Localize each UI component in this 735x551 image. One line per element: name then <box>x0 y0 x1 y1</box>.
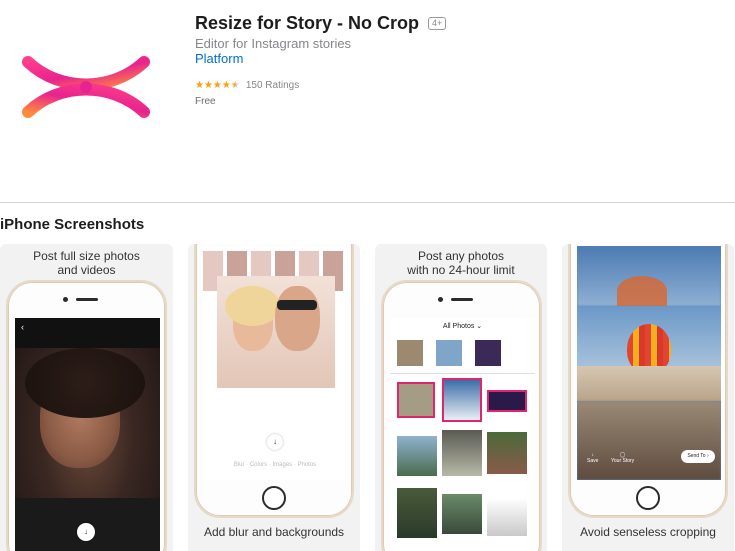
send-to-button[interactable]: Send To › <box>681 450 715 463</box>
screenshot-caption: Avoid senseless cropping <box>580 525 716 539</box>
selected-photo[interactable] <box>475 340 501 366</box>
download-icon[interactable]: ↓ <box>267 434 283 450</box>
phone-frame: ↓ Blur · Colors · Images · Photos <box>194 244 354 518</box>
photo-thumbnail[interactable] <box>397 488 437 538</box>
photo-thumbnail[interactable] <box>487 390 527 412</box>
section-divider <box>0 202 735 203</box>
download-icon[interactable]: ↓ <box>77 523 95 541</box>
app-title: Resize for Story - No Crop 4+ <box>195 13 447 34</box>
camera-icon <box>63 297 68 302</box>
app-subtitle: Editor for Instagram stories <box>195 36 352 51</box>
rating-row: ★★★★★ 150 Ratings <box>195 80 299 91</box>
screenshot-3[interactable]: Post any photos with no 24-hour limit Al… <box>375 244 547 551</box>
home-button <box>636 486 660 510</box>
screenshot-1[interactable]: Post full size photos and videos ‹ ↓ <box>0 244 173 551</box>
developer-link[interactable]: Platform <box>195 51 243 66</box>
save-button[interactable]: ↓ Save <box>587 452 598 464</box>
photo-thumbnail[interactable] <box>487 498 527 536</box>
speaker-icon <box>76 298 98 301</box>
app-title-text: Resize for Story - No Crop <box>195 13 420 33</box>
screenshot-2[interactable]: ↓ Blur · Colors · Images · Photos Add bl… <box>188 244 360 551</box>
selected-photo[interactable] <box>436 340 462 366</box>
your-story-button[interactable]: ◯ Your Story <box>611 452 634 464</box>
screenshots-section-title: iPhone Screenshots <box>0 216 145 233</box>
phone-screen: ‹ ↓ <box>15 318 160 551</box>
phone-frame: ↓ Save ◯ Your Story Send To › <box>568 244 728 518</box>
album-picker[interactable]: All Photos ⌄ <box>390 322 535 330</box>
price-label: Free <box>195 96 216 107</box>
star-rating-icon: ★★★★★ <box>195 80 240 91</box>
photo-thumbnail[interactable] <box>397 436 437 476</box>
photo-thumbnail[interactable] <box>397 382 435 418</box>
phone-frame: All Photos ⌄ <box>381 280 542 551</box>
photo-thumbnail[interactable] <box>487 432 527 474</box>
ratings-count[interactable]: 150 Ratings <box>246 80 299 91</box>
photo-thumbnail[interactable] <box>442 378 482 422</box>
speaker-icon <box>451 298 473 301</box>
age-rating-badge: 4+ <box>428 17 447 30</box>
phone-screen: ↓ Blur · Colors · Images · Photos <box>203 246 347 480</box>
phone-frame: ‹ ↓ <box>6 280 167 551</box>
photo-thumbnail[interactable] <box>442 430 482 476</box>
screenshot-caption: Post any photos with no 24-hour limit <box>407 249 515 277</box>
photo-thumbnail[interactable] <box>442 494 482 534</box>
screenshot-caption: Post full size photos and videos <box>33 249 140 277</box>
screenshot-caption: Add blur and backgrounds <box>203 525 345 539</box>
filter-tabs[interactable]: Blur · Colors · Images · Photos <box>203 462 347 468</box>
camera-icon <box>438 297 443 302</box>
selected-photo[interactable] <box>397 340 423 366</box>
phone-screen: ↓ Save ◯ Your Story Send To › <box>577 246 721 480</box>
screenshot-4[interactable]: ↓ Save ◯ Your Story Send To › Avoid sensel… <box>562 244 734 551</box>
back-icon[interactable]: ‹ <box>21 322 24 332</box>
phone-screen: All Photos ⌄ <box>390 318 535 551</box>
app-icon <box>22 56 150 118</box>
home-button <box>262 486 286 510</box>
